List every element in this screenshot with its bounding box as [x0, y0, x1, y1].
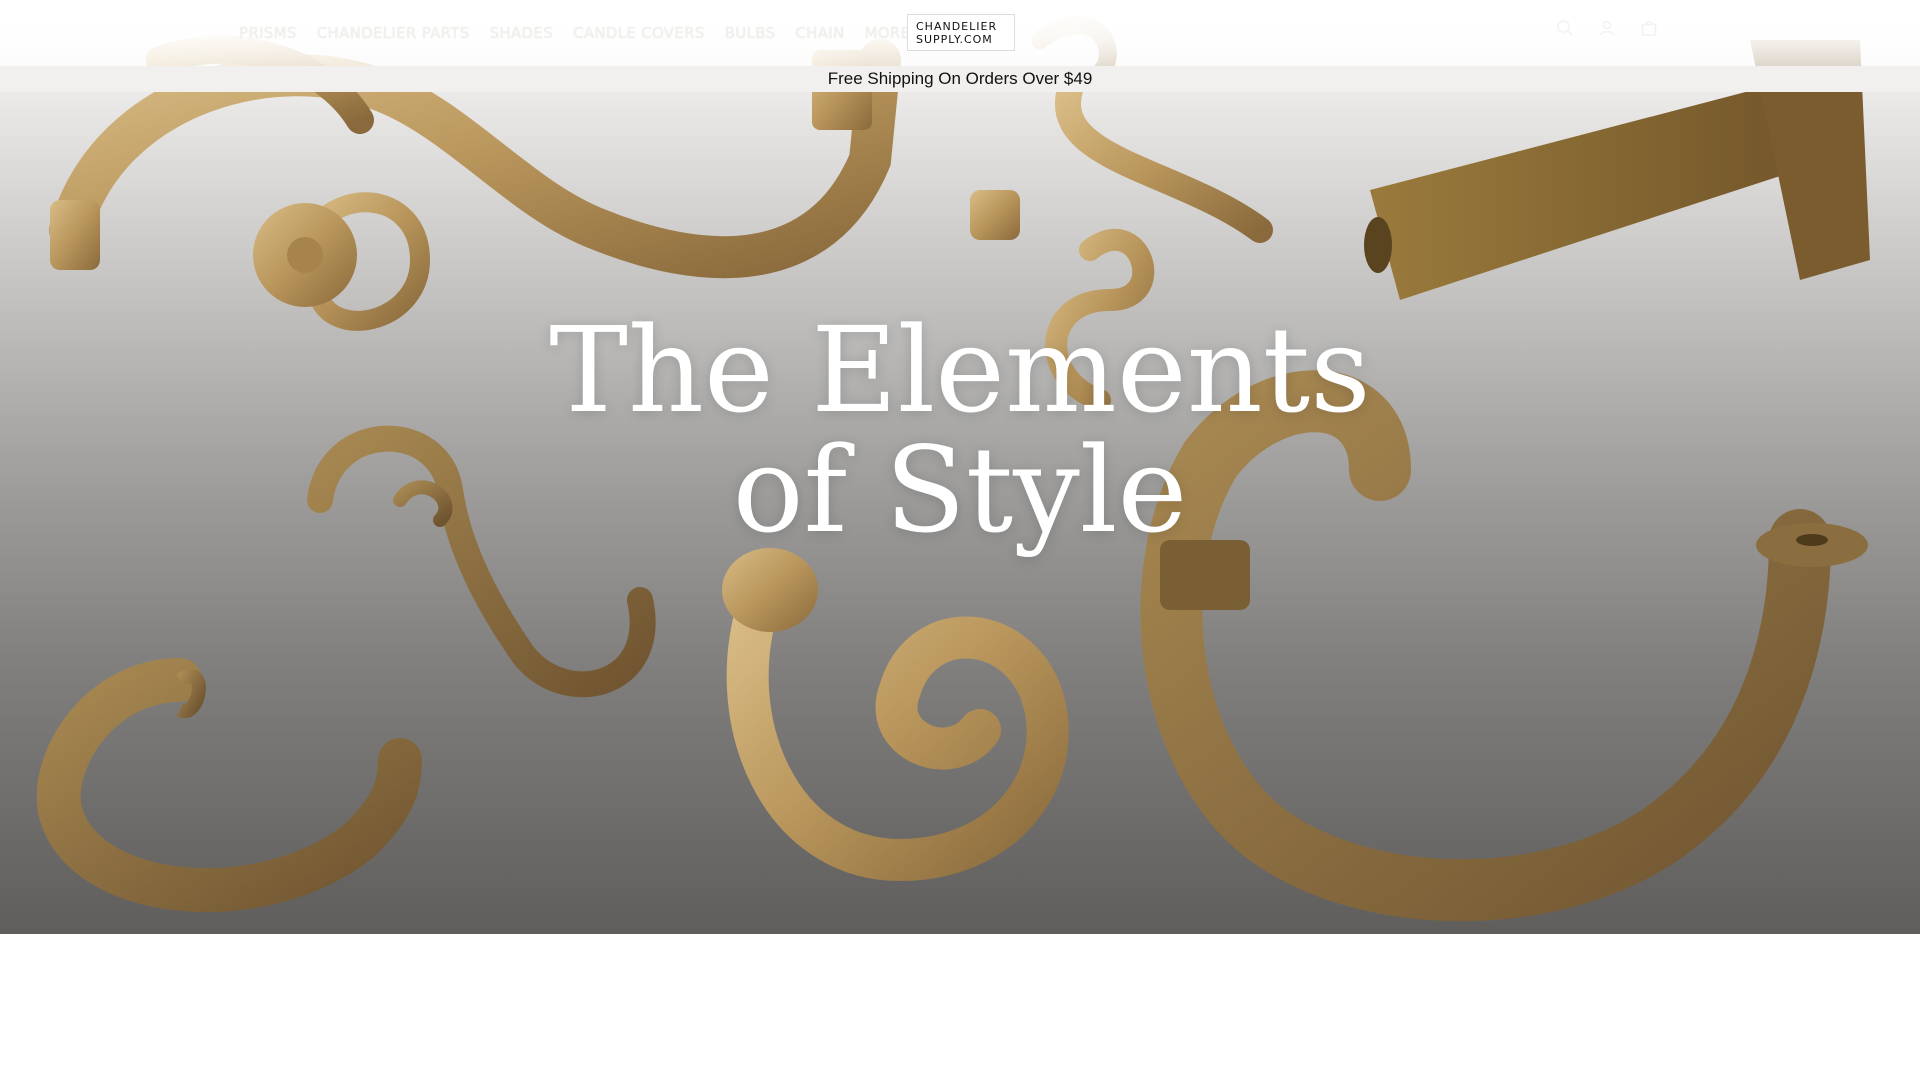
announcement-text: Free Shipping On Orders Over $49	[827, 69, 1093, 88]
nav-item-prisms[interactable]: PRISMS	[239, 24, 297, 42]
nav-item-shades[interactable]: SHADES	[490, 24, 553, 42]
header-icons	[1555, 18, 1659, 38]
nav-item-chain[interactable]: CHAIN	[795, 24, 844, 42]
hero-title-line-2: of Style	[732, 421, 1188, 559]
announcement-bar: Free Shipping On Orders Over $49	[0, 66, 1920, 92]
site-logo[interactable]: CHANDELIER SUPPLY.COM	[907, 14, 1015, 51]
nav-item-candle-covers[interactable]: CANDLE COVERS	[573, 24, 705, 42]
hook-arm-left	[36, 658, 422, 913]
main-nav: PRISMS CHANDELIER PARTS SHADES CANDLE CO…	[239, 0, 910, 66]
hero-title-line-1: The Elements	[549, 301, 1371, 439]
logo-line-2: SUPPLY.COM	[916, 32, 993, 46]
search-icon[interactable]	[1555, 18, 1575, 38]
logo-line-1: CHANDELIER	[916, 19, 998, 33]
hero-banner: The Elements of Style	[0, 0, 1920, 934]
nav-item-bulbs[interactable]: BULBS	[725, 24, 776, 42]
nav-item-more[interactable]: MORE	[865, 24, 911, 42]
nav-item-chandelier-parts[interactable]: CHANDELIER PARTS	[317, 24, 470, 42]
account-icon[interactable]	[1597, 18, 1617, 38]
spiral-arm-center	[726, 579, 1069, 882]
hero-title: The Elements of Style	[0, 310, 1920, 550]
site-header: PRISMS CHANDELIER PARTS SHADES CANDLE CO…	[0, 0, 1920, 66]
cart-icon[interactable]	[1639, 18, 1659, 38]
